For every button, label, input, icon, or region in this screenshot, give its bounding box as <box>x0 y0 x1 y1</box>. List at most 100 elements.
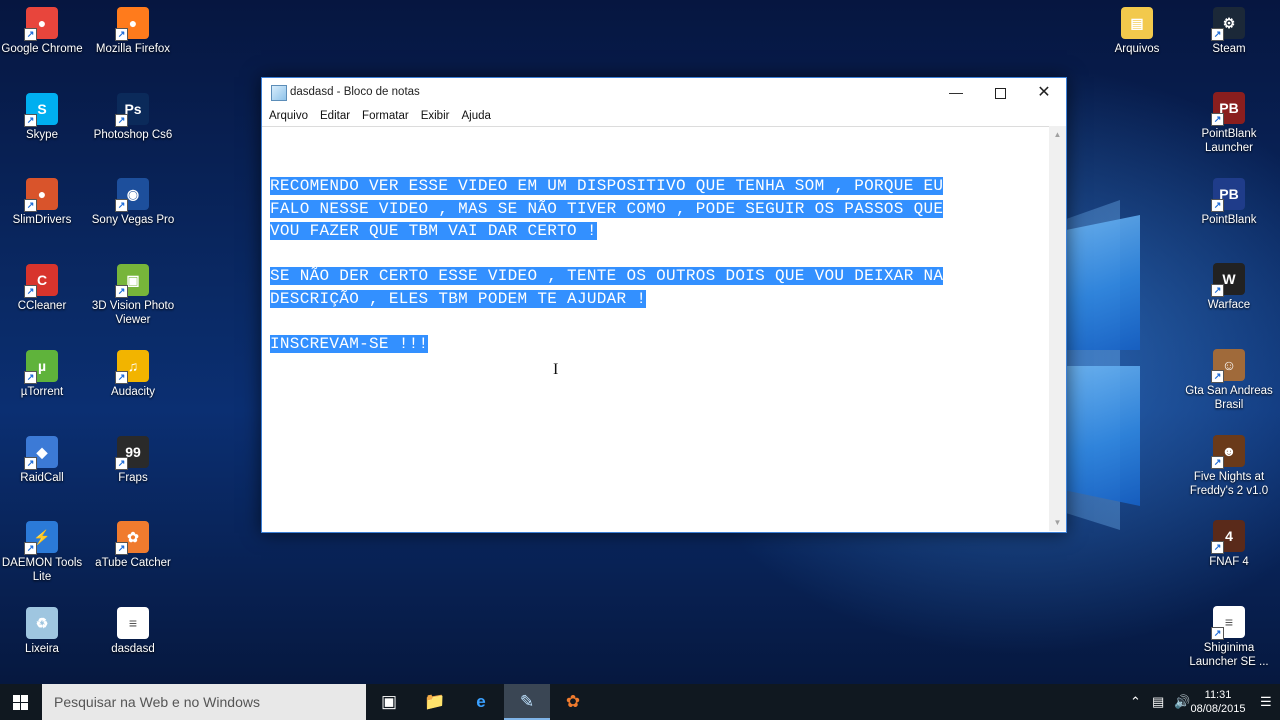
scroll-down-arrow-icon[interactable]: ▼ <box>1049 514 1066 531</box>
desktop-icon-label: RaidCall <box>20 471 64 484</box>
shortcut-arrow-icon: ↗ <box>115 542 128 556</box>
title-bar[interactable]: dasdasd - Bloco de notas — ✕ <box>262 78 1066 107</box>
shortcut-arrow-icon: ↗ <box>24 542 37 556</box>
selected-text-line: VOU FAZER QUE TBM VAI DAR CERTO ! <box>270 222 597 240</box>
desktop-icon-shiginima[interactable]: ≡ ↗ Shiginima Launcher SE ... <box>1185 606 1273 669</box>
desktop-icon-recycle-bin[interactable]: ♻ Lixeira <box>0 606 86 656</box>
vegas-icon: ◉ ↗ <box>115 178 149 213</box>
desktop-icon-ccleaner[interactable]: C ↗ CCleaner <box>0 264 86 313</box>
desktop-icon-audacity[interactable]: ♫ ↗ Audacity <box>89 349 177 399</box>
desktop-icon-label: Five Nights at Freddy's 2 v1.0 <box>1189 471 1269 497</box>
desktop-icon-label: 3D Vision Photo Viewer <box>91 300 175 327</box>
pointblank-launcher-icon: PB ↗ <box>1211 92 1245 126</box>
shortcut-arrow-icon: ↗ <box>1211 456 1224 469</box>
desktop-icon-steam[interactable]: ⚙ ↗ Steam <box>1185 7 1273 56</box>
text-paragraph: INSCREVAM-SE !!! <box>270 333 1045 356</box>
warface-icon: W ↗ <box>1211 263 1245 297</box>
desktop-icon-label: Warface <box>1207 299 1251 311</box>
desktop-icon-label: Mozilla Firefox <box>95 43 171 55</box>
search-placeholder: Pesquisar na Web e no Windows <box>54 694 260 710</box>
task-view-icon[interactable]: ▣ <box>366 684 412 720</box>
desktop-icon-utorrent[interactable]: µ ↗ µTorrent <box>0 349 86 399</box>
desktop-icon-label: Shiginima Launcher SE ... <box>1189 642 1269 668</box>
desktop-icon-label: PointBlank <box>1201 214 1257 226</box>
desktop-icon-fraps[interactable]: 99 ↗ Fraps <box>89 435 177 485</box>
desktop-icon-warface[interactable]: W ↗ Warface <box>1185 263 1273 312</box>
shortcut-arrow-icon: ↗ <box>115 113 128 127</box>
clock[interactable]: 11:31 08/08/2015 <box>1188 688 1248 716</box>
desktop-icon-atube[interactable]: ✿ ↗ aTube Catcher <box>89 521 177 570</box>
desktop-icon-label: µTorrent <box>20 385 64 398</box>
text-paragraph: SE NÃO DER CERTO ESSE VIDEO , TENTE OS O… <box>270 265 1045 310</box>
selected-text-line: INSCREVAM-SE !!! <box>270 334 429 353</box>
desktop-icon-daemon-tools[interactable]: ⚡ ↗ DAEMON Tools Lite <box>0 521 86 584</box>
photoshop-icon: Ps ↗ <box>115 92 149 127</box>
scroll-up-arrow-icon[interactable]: ▲ <box>1049 126 1066 143</box>
desktop-icon-pointblank-launcher[interactable]: PB ↗ PointBlank Launcher <box>1185 92 1273 155</box>
shortcut-arrow-icon: ↗ <box>24 285 37 299</box>
network-icon[interactable]: ▤ <box>1152 694 1164 710</box>
atube-catcher-icon[interactable]: ✿ <box>550 684 596 720</box>
close-button[interactable]: ✕ <box>1022 78 1066 107</box>
fnaf4-icon: 4 ↗ <box>1211 520 1245 554</box>
desktop-icon-fnaf4[interactable]: 4 ↗ FNAF 4 <box>1185 520 1273 569</box>
text-cursor-icon: I <box>553 361 559 378</box>
vertical-scrollbar[interactable]: ▲ ▼ <box>1049 126 1066 531</box>
chevron-up-icon[interactable]: ⌃ <box>1130 694 1141 710</box>
firefox-icon: ● ↗ <box>115 7 149 41</box>
desktop-icon-skype[interactable]: S ↗ Skype <box>0 92 86 142</box>
menu-ajuda[interactable]: Ajuda <box>455 107 496 125</box>
wallpaper-pane-bottom <box>1060 366 1140 506</box>
shortcut-arrow-icon: ↗ <box>115 285 128 299</box>
shortcut-arrow-icon: ↗ <box>1211 113 1224 126</box>
shortcut-arrow-icon: ↗ <box>115 370 128 384</box>
taskbar: Pesquisar na Web e no Windows ▣ 📁 e ✎ ✿ … <box>0 684 1280 720</box>
desktop-icon-text-file[interactable]: ≡ dasdasd <box>89 606 177 656</box>
text-editor-area[interactable]: RECOMENDO VER ESSE VIDEO EM UM DISPOSITI… <box>262 126 1049 532</box>
notepad-window[interactable]: dasdasd - Bloco de notas — ✕ Arquivo Edit… <box>261 77 1067 533</box>
notification-center-icon[interactable]: ☰ <box>1260 694 1272 710</box>
desktop-icon-label: Fraps <box>118 471 148 484</box>
menu-formatar[interactable]: Formatar <box>356 107 415 125</box>
desktop-icon-vegas[interactable]: ◉ ↗ Sony Vegas Pro <box>89 178 177 227</box>
desktop-icon-photoshop[interactable]: Ps ↗ Photoshop Cs6 <box>89 92 177 142</box>
desktop-icon-label: Sony Vegas Pro <box>91 214 175 227</box>
desktop-icon-chrome[interactable]: ● ↗ Google Chrome <box>0 7 86 56</box>
desktop-icon-gta[interactable]: ☺ ↗ Gta San Andreas Brasil <box>1185 349 1273 412</box>
minimize-button[interactable]: — <box>934 78 978 107</box>
fnaf2-icon: ☻ ↗ <box>1211 435 1245 469</box>
notepad-taskbar-icon[interactable]: ✎ <box>504 684 550 720</box>
search-box[interactable]: Pesquisar na Web e no Windows <box>42 684 366 720</box>
desktop-icon-folder[interactable]: ▤ Arquivos <box>1093 7 1181 56</box>
shortcut-arrow-icon: ↗ <box>1211 28 1224 41</box>
shortcut-arrow-icon: ↗ <box>1211 627 1224 640</box>
shortcut-arrow-icon: ↗ <box>24 456 37 470</box>
selected-text-line: DESCRIÇÃO , ELES TBM PODEM TE AJUDAR ! <box>270 289 647 308</box>
edge-icon[interactable]: e <box>458 684 504 720</box>
pointblank-icon: PB ↗ <box>1211 178 1245 212</box>
desktop-icon-label: Arquivos <box>1114 43 1160 55</box>
shortcut-arrow-icon: ↗ <box>115 456 128 470</box>
menu-exibir[interactable]: Exibir <box>415 107 456 125</box>
desktop-icon-label: Lixeira <box>25 642 59 655</box>
folder-icon: ▤ <box>1121 7 1153 39</box>
fraps-icon: 99 ↗ <box>115 435 149 470</box>
shortcut-arrow-icon: ↗ <box>115 199 128 213</box>
desktop-icon-label: Skype <box>26 128 58 141</box>
atube-icon: ✿ ↗ <box>115 521 149 556</box>
desktop-icon-pointblank[interactable]: PB ↗ PointBlank <box>1185 178 1273 227</box>
desktop-icon-slimdrivers[interactable]: ● ↗ SlimDrivers <box>0 178 86 227</box>
shortcut-arrow-icon: ↗ <box>24 28 37 41</box>
desktop-icon-firefox[interactable]: ● ↗ Mozilla Firefox <box>89 7 177 56</box>
desktop-icon-3dvision[interactable]: ▣ ↗ 3D Vision Photo Viewer <box>89 264 177 327</box>
start-button[interactable] <box>0 684 40 720</box>
desktop-icon-raidcall[interactable]: ◆ ↗ RaidCall <box>0 435 86 485</box>
maximize-button[interactable] <box>978 78 1022 107</box>
menu-editar[interactable]: Editar <box>314 107 356 125</box>
recycle-bin-icon: ♻ <box>26 606 58 639</box>
desktop-icon-label: Steam <box>1212 43 1246 55</box>
gta-icon: ☺ ↗ <box>1211 349 1245 383</box>
menu-arquivo[interactable]: Arquivo <box>263 107 314 125</box>
file-explorer-icon[interactable]: 📁 <box>412 684 458 720</box>
desktop-icon-fnaf2[interactable]: ☻ ↗ Five Nights at Freddy's 2 v1.0 <box>1185 435 1273 498</box>
